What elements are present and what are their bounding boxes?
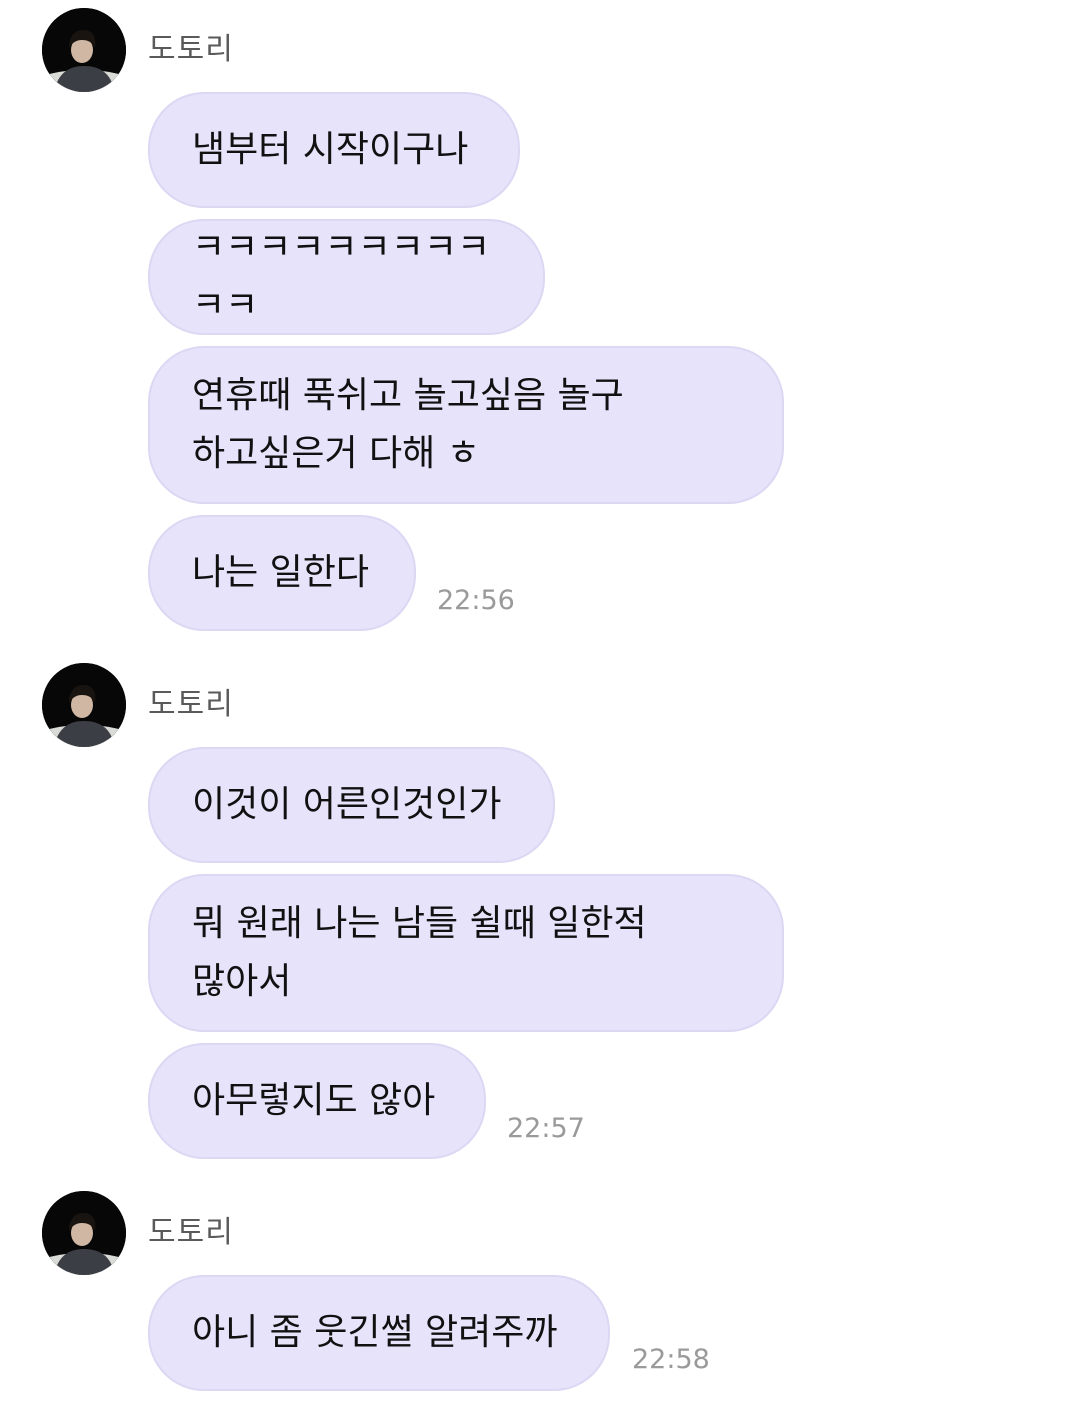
sender-name: 도토리 <box>148 32 234 67</box>
message-bubble[interactable]: 이것이 어른인것인가 <box>148 747 555 863</box>
message-timestamp: 22:57 <box>507 1113 585 1144</box>
profile-photo-avatar-icon <box>42 663 126 747</box>
message-bubble[interactable]: 뭐 원래 나는 남들 쉴때 일한적 많아서 <box>148 874 784 1032</box>
sender-name: 도토리 <box>148 1215 234 1250</box>
message-bubble[interactable]: 아무렇지도 않아 <box>148 1043 486 1159</box>
message-bubble[interactable]: 나는 일한다 <box>148 515 416 631</box>
message-bubble[interactable]: 아니 좀 웃긴썰 알려주까 <box>148 1275 610 1391</box>
avatar[interactable] <box>42 8 126 92</box>
avatar[interactable] <box>42 663 126 747</box>
message-timestamp: 22:56 <box>437 585 515 616</box>
message-bubble[interactable]: 연휴때 푹쉬고 놀고싶음 놀구 하고싶은거 다해 ㅎ <box>148 346 784 504</box>
sender-name: 도토리 <box>148 687 234 722</box>
profile-photo-avatar-icon <box>42 1191 126 1275</box>
message-timestamp: 22:58 <box>632 1344 710 1375</box>
avatar[interactable] <box>42 1191 126 1275</box>
message-bubble[interactable]: 냄부터 시작이구나 <box>148 92 520 208</box>
message-bubble[interactable]: ㅋㅋㅋㅋㅋㅋㅋㅋㅋㅋㅋ <box>148 219 545 335</box>
profile-photo-avatar-icon <box>42 8 126 92</box>
